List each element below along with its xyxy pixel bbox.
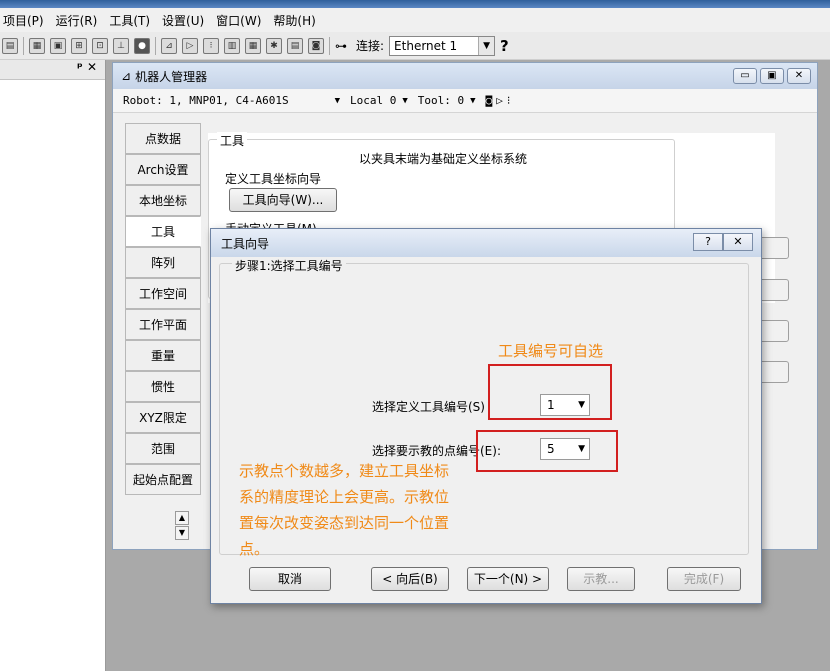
minimize-icon[interactable]: ▭: [733, 68, 757, 84]
window-icon[interactable]: ⊡: [92, 37, 108, 54]
menu-item-project[interactable]: 项目(P): [3, 12, 44, 29]
robot-manager-title-bar: ⊿ 机器人管理器 ▭ ▣ ✕: [113, 63, 817, 89]
tab-weight[interactable]: 重量: [125, 340, 201, 371]
tool-description: 以夹具末端为基础定义坐标系统: [359, 152, 528, 166]
table-icon[interactable]: ▤: [287, 37, 303, 54]
local-select[interactable]: Local 0: [350, 94, 396, 107]
tool-number-label: 选择定义工具编号(S): [372, 400, 485, 414]
tab-local[interactable]: 本地坐标: [125, 185, 201, 216]
highlight-box-tool-number: [488, 364, 612, 420]
cancel-button[interactable]: 取消: [249, 567, 331, 591]
tab-workspace[interactable]: 工作空间: [125, 278, 201, 309]
menu-item-settings[interactable]: 设置(U): [162, 12, 204, 29]
scroll-down-icon[interactable]: ▼: [175, 526, 189, 540]
tab-home-config[interactable]: 起始点配置: [125, 464, 201, 495]
menu-item-window[interactable]: 窗口(W): [216, 12, 261, 29]
tool-select[interactable]: Tool: 0: [418, 94, 464, 107]
tool-group-label: 工具: [217, 132, 248, 149]
io-monitor-icon[interactable]: ⁝: [203, 37, 219, 54]
tab-arch[interactable]: Arch设置: [125, 154, 201, 185]
chevron-down-icon[interactable]: ▼: [402, 96, 407, 106]
annotation-line: 置每次改变姿态到达同一个位置: [239, 514, 450, 532]
connection-icon: ⊶: [335, 38, 347, 53]
camera-icon[interactable]: ◙: [308, 37, 324, 54]
toolbar-separator: [155, 36, 156, 55]
help-icon[interactable]: ?: [693, 233, 723, 251]
tab-xyz-limit[interactable]: XYZ限定: [125, 402, 201, 433]
left-dock-panel: ᵖ ✕: [0, 60, 106, 671]
toolbar-icon-1[interactable]: ▤: [2, 37, 18, 54]
robot-manager-icon: ⊿: [121, 69, 132, 83]
jog-icon[interactable]: ⊞: [71, 37, 87, 54]
toolbar-separator: [23, 36, 24, 55]
wizard-section-label: 定义工具坐标向导: [225, 172, 322, 186]
dialog-title-bar: 工具向导 ? ✕: [211, 229, 761, 257]
annotation-tool-number: 工具编号可自选: [498, 342, 604, 360]
robot-select[interactable]: Robot: 1, MNP01, C4-A601S: [123, 94, 289, 107]
annotation-line: 点。: [239, 540, 270, 558]
toolbar: ▤ ▦ ▣ ⊞ ⊡ ⊥ ● ⊿ ▷ ⁝ ▥ ▦ ✱ ▤ ◙ ⊶ 连接: Ethe…: [0, 32, 830, 60]
command-window-icon[interactable]: ▷: [182, 37, 198, 54]
close-icon[interactable]: ✕: [723, 233, 753, 251]
command-icon[interactable]: ▷: [496, 94, 503, 107]
scroll-up-icon[interactable]: ▲: [175, 511, 189, 525]
tool-wizard-button[interactable]: 工具向导(W)...: [229, 188, 337, 212]
connection-label: 连接:: [356, 39, 385, 53]
stop-icon[interactable]: ●: [134, 37, 150, 54]
annotation-teach-points: 示教点个数越多，建立工具坐标 系的精度理论上会更高。示教位 置每次改变姿态到达同…: [239, 458, 489, 562]
tab-scroll: ▲ ▼: [175, 511, 189, 541]
robot-selector-bar: Robot: 1, MNP01, C4-A601S ▼ Local 0 ▼ To…: [113, 89, 817, 113]
pin-close-icons[interactable]: ᵖ ✕: [0, 60, 105, 80]
monitor-icon[interactable]: ▣: [50, 37, 66, 54]
tab-inertia[interactable]: 惯性: [125, 371, 201, 402]
io-icon[interactable]: ⁝: [507, 94, 511, 107]
robot-manager-tabs: 点数据 Arch设置 本地坐标 工具 阵列 工作空间 工作平面 重量 惯性 XY…: [125, 123, 201, 495]
back-button[interactable]: < 向后(B): [371, 567, 449, 591]
robot-manager-icon[interactable]: ⊿: [161, 37, 177, 54]
menu-item-run[interactable]: 运行(R): [56, 12, 98, 29]
next-button[interactable]: 下一个(N) >: [467, 567, 549, 591]
camera-icon[interactable]: ◙: [486, 94, 493, 107]
highlight-box-point-count: [476, 430, 618, 472]
io-icon[interactable]: ⊥: [113, 37, 129, 54]
grid-icon[interactable]: ▦: [245, 37, 261, 54]
finish-button[interactable]: 完成(F): [667, 567, 741, 591]
teach-button[interactable]: 示教...: [567, 567, 635, 591]
chevron-down-icon[interactable]: ▼: [470, 96, 475, 106]
tab-work-plane[interactable]: 工作平面: [125, 309, 201, 340]
help-icon[interactable]: ?: [500, 37, 509, 55]
menu-bar: 项目(P) 运行(R) 工具(T) 设置(U) 窗口(W) 帮助(H): [0, 8, 830, 32]
chevron-down-icon: ▼: [478, 36, 495, 55]
restore-icon[interactable]: ▣: [760, 68, 784, 84]
connection-value: Ethernet 1: [394, 38, 458, 53]
color-icon[interactable]: ✱: [266, 37, 282, 54]
simulator-icon[interactable]: ▥: [224, 37, 240, 54]
toolbar-separator: [329, 36, 330, 55]
tab-array[interactable]: 阵列: [125, 247, 201, 278]
connection-select[interactable]: Ethernet 1 ▼: [389, 35, 496, 56]
menu-item-tools[interactable]: 工具(T): [109, 12, 150, 29]
robot-manager-title: 机器人管理器: [135, 69, 208, 84]
annotation-line: 系的精度理论上会更高。示教位: [239, 488, 450, 506]
tab-range[interactable]: 范围: [125, 433, 201, 464]
close-icon[interactable]: ✕: [787, 68, 811, 84]
menu-item-help[interactable]: 帮助(H): [273, 12, 315, 29]
dialog-title: 工具向导: [221, 236, 270, 251]
tab-point-data[interactable]: 点数据: [125, 123, 201, 154]
chevron-down-icon[interactable]: ▼: [335, 96, 340, 106]
save-icon[interactable]: ▦: [29, 37, 45, 54]
tab-tool[interactable]: 工具: [125, 216, 201, 247]
window-title-bar: [0, 0, 830, 8]
annotation-line: 示教点个数越多，建立工具坐标: [239, 462, 450, 480]
step-label: 步骤1:选择工具编号: [232, 257, 346, 274]
